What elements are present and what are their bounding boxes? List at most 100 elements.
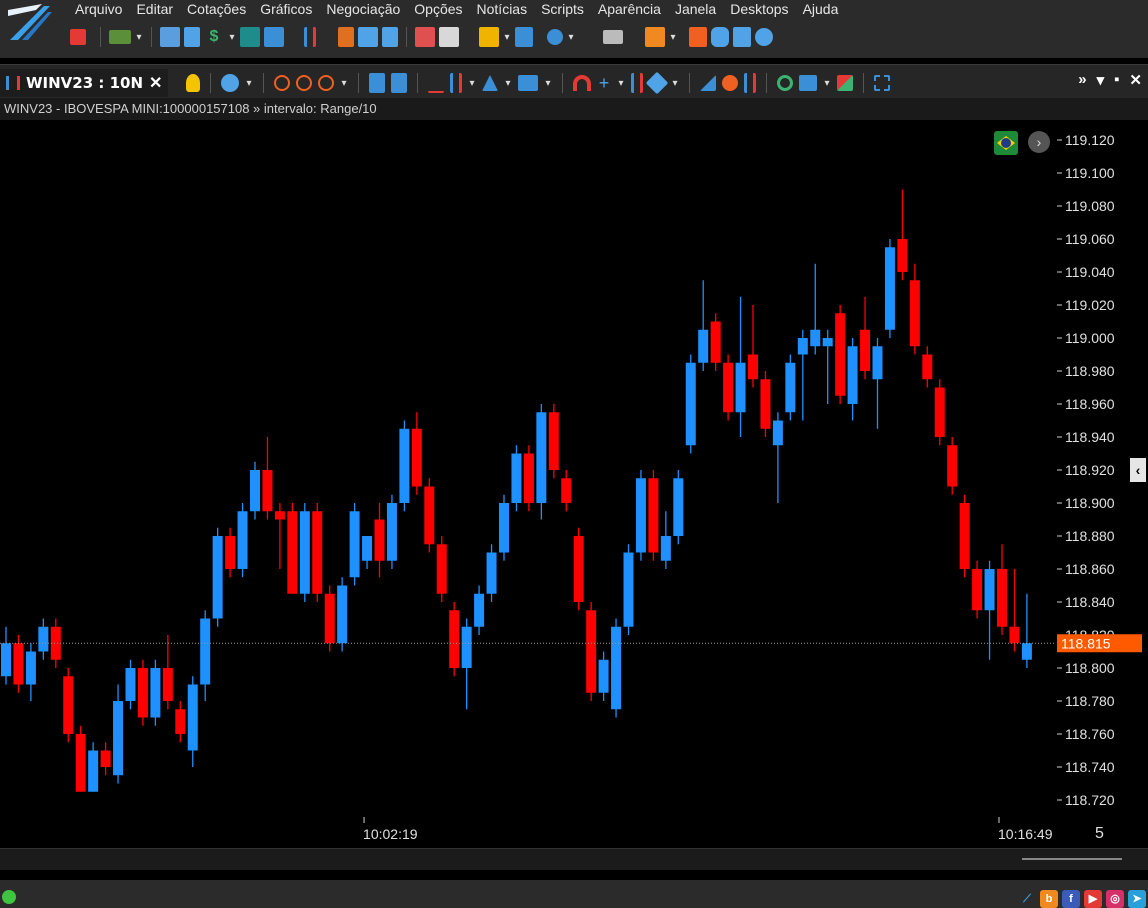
candle-body[interactable]: [1, 643, 11, 677]
candle-body[interactable]: [797, 338, 808, 355]
candle-body[interactable]: [835, 313, 846, 396]
candle-body[interactable]: [586, 610, 597, 693]
chevron-down-icon[interactable]: ▾: [671, 78, 679, 89]
screenshot-icon[interactable]: [799, 75, 817, 91]
candle-body[interactable]: [984, 569, 995, 611]
shapes-icon[interactable]: [482, 75, 498, 91]
candle-body[interactable]: [598, 659, 609, 693]
magnet-icon[interactable]: [573, 75, 591, 91]
menu-item-8[interactable]: Aparência: [591, 0, 668, 20]
chevron-down-icon[interactable]: ▾: [503, 32, 511, 43]
chevron-down-icon[interactable]: ▾: [228, 32, 236, 43]
candle-body[interactable]: [250, 470, 260, 512]
candle-body[interactable]: [723, 362, 734, 413]
blog-icon[interactable]: b: [1040, 890, 1058, 908]
candle-body[interactable]: [611, 626, 622, 710]
candle-body[interactable]: [673, 478, 684, 536]
table-icon[interactable]: [415, 27, 435, 47]
menu-item-7[interactable]: Scripts: [534, 0, 591, 20]
candle-body[interactable]: [461, 626, 472, 668]
candle-body[interactable]: [822, 338, 833, 347]
bars-icon[interactable]: [515, 27, 533, 47]
candle-body[interactable]: [25, 651, 36, 685]
candle-body[interactable]: [872, 346, 883, 380]
indicator-list-icon[interactable]: [391, 73, 407, 93]
candle-body[interactable]: [660, 536, 671, 561]
menu-item-3[interactable]: Gráficos: [253, 0, 319, 20]
chevron-down-icon[interactable]: ▾: [340, 78, 348, 89]
candle-body[interactable]: [548, 412, 559, 470]
fit-screen-icon[interactable]: [874, 75, 890, 91]
candle-body[interactable]: [909, 280, 920, 347]
candle-body[interactable]: [486, 552, 497, 594]
candle-body[interactable]: [623, 552, 634, 627]
candle-body[interactable]: [897, 239, 908, 272]
candle-body[interactable]: [847, 346, 858, 404]
horizontal-scrollbar[interactable]: [0, 848, 1148, 870]
grid-icon[interactable]: [160, 27, 180, 47]
chevron-down-icon[interactable]: ▾: [567, 32, 575, 43]
candle-body[interactable]: [187, 684, 198, 751]
candle-body[interactable]: [63, 676, 74, 734]
wrench-icon[interactable]: [645, 71, 669, 95]
candle-body[interactable]: [536, 412, 547, 503]
candle-body[interactable]: [50, 626, 61, 660]
instagram-icon[interactable]: ◎: [1106, 890, 1124, 908]
chevron-down-icon[interactable]: ▾: [468, 78, 476, 89]
candle-body[interactable]: [175, 709, 186, 734]
menu-item-0[interactable]: Arquivo: [68, 0, 129, 20]
candle-body[interactable]: [100, 750, 111, 768]
candle-body[interactable]: [299, 511, 310, 594]
candle-body[interactable]: [237, 511, 248, 569]
candle-body[interactable]: [38, 626, 49, 652]
menu-item-9[interactable]: Janela: [668, 0, 723, 20]
menu-item-11[interactable]: Ajuda: [796, 0, 846, 20]
close-icon[interactable]: ✕: [1129, 71, 1142, 89]
candle-body[interactable]: [274, 511, 285, 520]
candle-body[interactable]: [312, 511, 323, 594]
bar-chart-icon[interactable]: [450, 73, 462, 93]
settings-gear-icon[interactable]: [722, 75, 738, 91]
menu-item-4[interactable]: Negociação: [319, 0, 407, 20]
candle-body[interactable]: [959, 503, 970, 569]
refresh-icon[interactable]: [777, 75, 793, 91]
chart-area[interactable]: 119.120 119.100 119.080 119.060 119.040 119.0…: [0, 120, 1148, 870]
candle-body[interactable]: [785, 362, 796, 413]
zoom-out-icon[interactable]: [296, 75, 312, 91]
candle-body[interactable]: [499, 503, 509, 553]
dollar-icon[interactable]: $: [204, 27, 224, 47]
candle-body[interactable]: [635, 478, 646, 553]
maximize-icon[interactable]: ▪: [1114, 71, 1119, 89]
candle-body[interactable]: [337, 585, 348, 644]
candle-body[interactable]: [760, 379, 771, 429]
chevron-down-icon[interactable]: ▾: [135, 32, 143, 43]
candle-body[interactable]: [573, 536, 584, 602]
candle-body[interactable]: [436, 544, 447, 594]
book-icon[interactable]: [240, 27, 260, 47]
calculator-icon[interactable]: [184, 27, 200, 47]
candle-body[interactable]: [374, 519, 385, 561]
menu-item-5[interactable]: Opções: [407, 0, 469, 20]
chevron-down-icon[interactable]: ▾: [504, 78, 512, 89]
chevron-right-icon[interactable]: ›: [1028, 131, 1050, 153]
candle-body[interactable]: [225, 536, 236, 569]
color-scheme-icon[interactable]: [837, 75, 853, 91]
candle-body[interactable]: [88, 750, 99, 792]
zoom-in-icon[interactable]: [274, 75, 290, 91]
candle-icon[interactable]: [304, 27, 316, 47]
candle-body[interactable]: [735, 362, 746, 413]
menu-item-6[interactable]: Notícias: [470, 0, 535, 20]
add-indicator-icon[interactable]: [369, 73, 385, 93]
spreadsheet-icon[interactable]: [439, 27, 459, 47]
candle-body[interactable]: [113, 701, 124, 776]
candle-body[interactable]: [386, 503, 397, 561]
overflow-icon[interactable]: »: [1078, 71, 1086, 89]
candle-body[interactable]: [474, 593, 485, 627]
puzzle-icon[interactable]: [733, 27, 751, 47]
text-tool-icon[interactable]: [700, 75, 716, 91]
candle-body[interactable]: [748, 354, 758, 380]
candle-body[interactable]: [399, 428, 410, 503]
candle-body[interactable]: [922, 354, 933, 380]
candle-body[interactable]: [561, 478, 572, 503]
candle-body[interactable]: [997, 569, 1007, 627]
